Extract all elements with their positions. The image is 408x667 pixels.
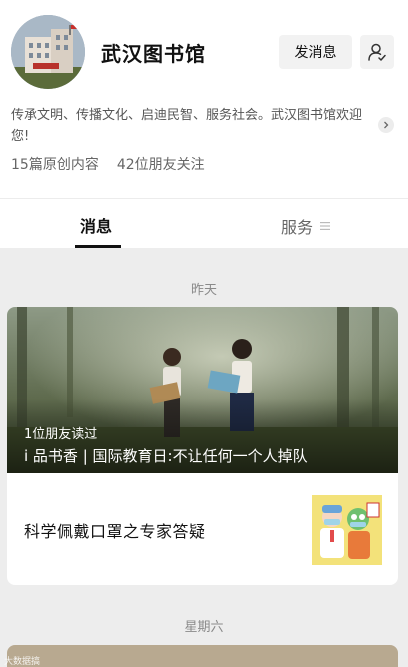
tab-messages[interactable]: 消息 (80, 213, 112, 237)
article-title[interactable]: i 品书香 | 国际教育日:不让任何一个人掉队 (24, 445, 308, 466)
account-avatar[interactable] (11, 15, 85, 89)
tab-services[interactable]: 服务 (281, 214, 331, 238)
account-name: 武汉图书馆 (101, 42, 206, 66)
date-label-saturday: 星期六 (184, 620, 224, 635)
tab-bar: 消息 服务 (0, 198, 408, 248)
friend-follow-count[interactable]: 42位朋友关注 (117, 154, 205, 174)
source-watermark: 大数据搞 (4, 657, 41, 667)
user-follow-icon (368, 43, 386, 61)
account-description: 传承文明、传播文化、启迪民智、服务社会。武汉图书馆欢迎您! (11, 108, 363, 144)
sub-article-title[interactable]: 科学佩戴口罩之专家答疑 (24, 518, 206, 542)
date-label-yesterday: 昨天 (190, 283, 217, 298)
friends-read-count: 1位朋友读过 (24, 427, 98, 442)
tab-active-indicator (75, 245, 121, 248)
menu-lines-icon (320, 222, 331, 230)
article-hero-image[interactable]: 1位朋友读过 i 品书香 | 国际教育日:不让任何一个人掉队 (7, 307, 398, 473)
follow-button[interactable] (360, 35, 394, 69)
article-count[interactable]: 15篇原创内容 (11, 154, 99, 174)
description-expand-button[interactable] (378, 117, 394, 133)
next-article-card[interactable] (7, 645, 398, 667)
send-message-button[interactable]: 发消息 (279, 35, 352, 69)
doctors-mask-illustration-image (312, 495, 382, 565)
tab-services-label: 服务 (281, 218, 314, 237)
article-card[interactable]: 1位朋友读过 i 品书香 | 国际教育日:不让任何一个人掉队 科学佩戴口罩之专家… (7, 307, 398, 585)
account-stats: 15篇原创内容 42位朋友关注 (11, 154, 205, 174)
chevron-right-icon (384, 121, 389, 129)
library-building-icon (11, 15, 85, 89)
sub-article-thumbnail[interactable] (312, 495, 382, 565)
profile-header: 武汉图书馆 发消息 传承文明、传播文化、启迪民智、服务社会。武汉图书馆欢迎您! … (0, 0, 408, 198)
